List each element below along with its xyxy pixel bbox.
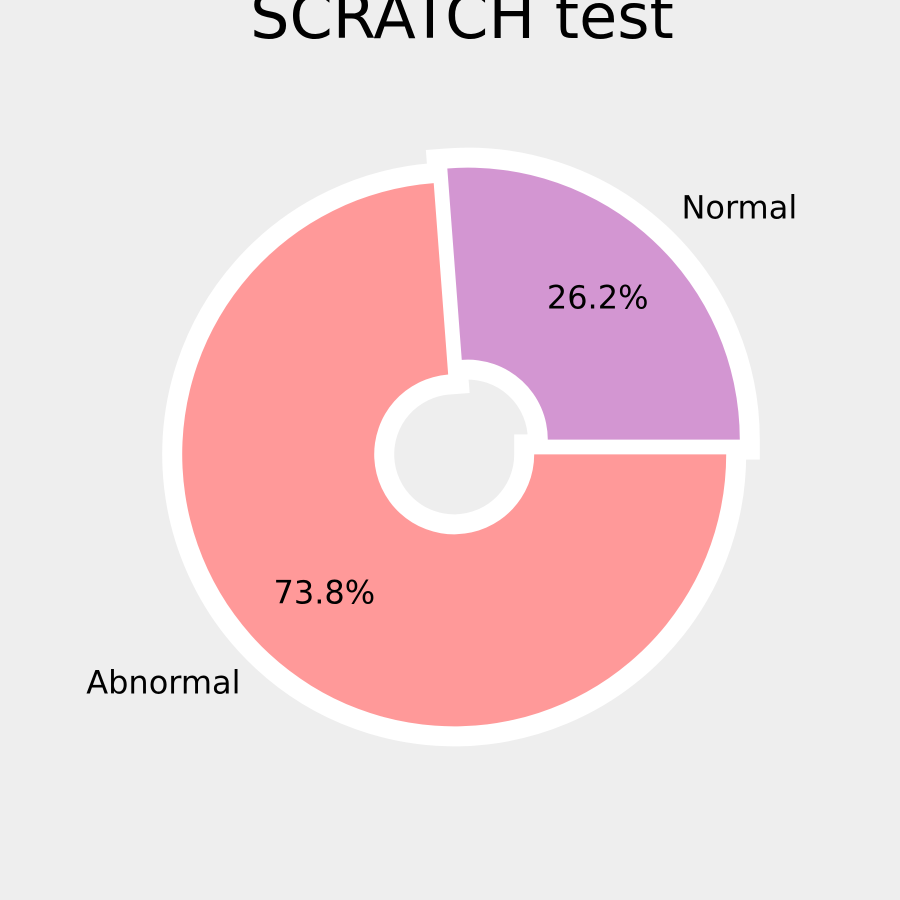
label-normal: Normal bbox=[681, 188, 797, 226]
chart-container: SCRATCH test Normal 26.2% Abnormal 73.8% bbox=[0, 0, 900, 900]
value-label-normal: 26.2% bbox=[547, 279, 649, 317]
value-label-abnormal: 73.8% bbox=[274, 573, 376, 611]
donut-chart: Normal 26.2% Abnormal 73.8% bbox=[86, 147, 797, 747]
label-abnormal: Abnormal bbox=[86, 664, 240, 702]
